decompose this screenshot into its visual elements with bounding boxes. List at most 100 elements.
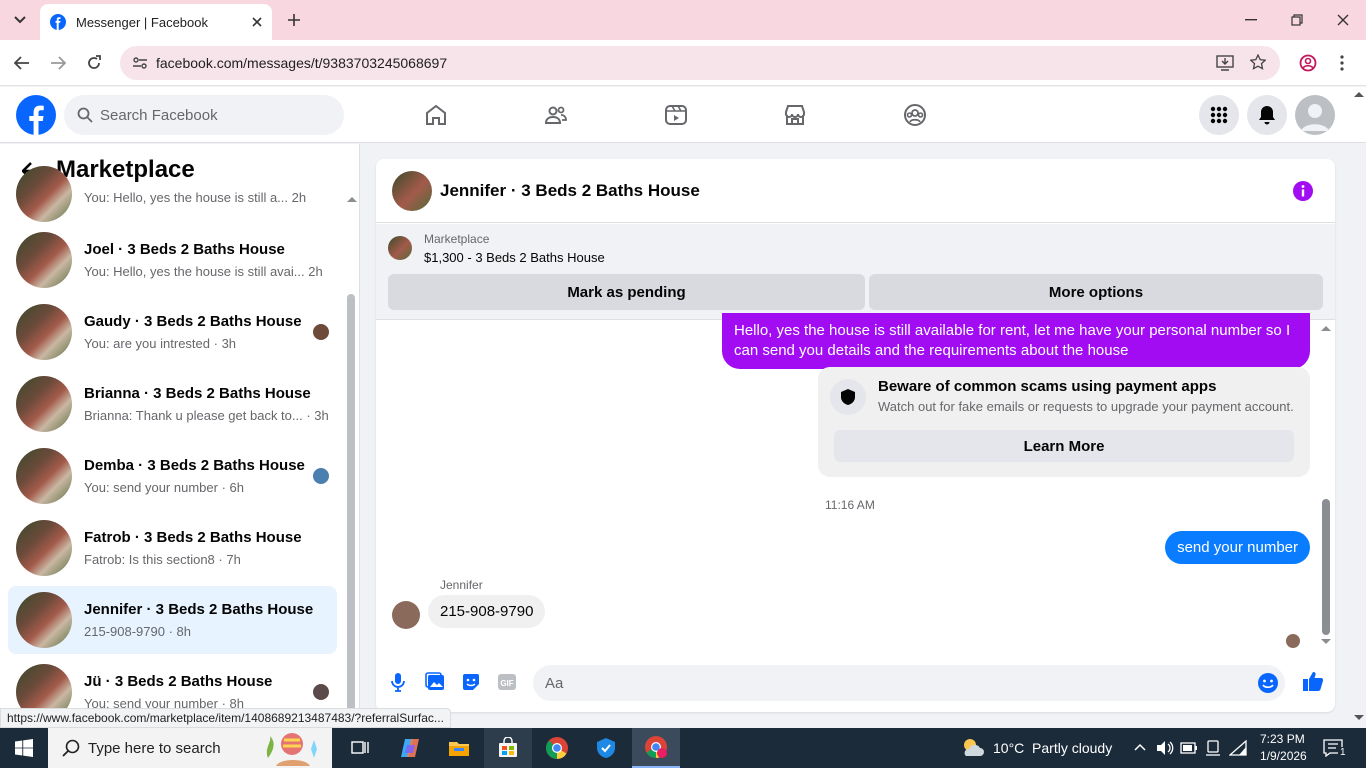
marketplace-icon[interactable]: [783, 103, 807, 127]
scroll-up-arrow-icon[interactable]: [347, 196, 357, 202]
thumbs-up-icon[interactable]: [1302, 670, 1324, 692]
conversation-item[interactable]: You: Hello, yes the house is still a... …: [8, 160, 337, 228]
chrome-icon[interactable]: [533, 728, 581, 768]
more-options-button[interactable]: More options: [869, 274, 1323, 310]
facebook-logo-icon[interactable]: [16, 95, 56, 135]
conversation-item[interactable]: Gaudy · 3 Beds 2 Baths House You: are you…: [8, 298, 337, 366]
minimize-icon[interactable]: [1236, 8, 1266, 32]
listing-source: Marketplace: [424, 232, 490, 246]
chat-panel: Jennifer · 3 Beds 2 Baths House Marketpl…: [376, 159, 1335, 712]
conversation-item-selected[interactable]: Jennifer · 3 Beds 2 Baths House 215-908-9…: [8, 586, 337, 654]
clock-time[interactable]: 7:23 PM: [1260, 732, 1305, 746]
weather-icon[interactable]: [960, 736, 986, 760]
sender-name: Jennifer: [440, 578, 483, 592]
new-tab-icon[interactable]: [282, 8, 306, 32]
outgoing-message[interactable]: send your number: [1165, 531, 1310, 564]
read-receipt-avatar: [313, 468, 329, 484]
task-view-icon[interactable]: [336, 728, 384, 768]
account-avatar[interactable]: [1295, 95, 1335, 135]
conversation-item[interactable]: Demba · 3 Beds 2 Baths House You: send yo…: [8, 442, 337, 510]
chat-scrollbar[interactable]: [1322, 499, 1330, 635]
bookmark-star-icon[interactable]: [1250, 54, 1266, 70]
clock-date[interactable]: 1/9/2026: [1260, 749, 1307, 763]
mark-as-pending-button[interactable]: Mark as pending: [388, 274, 865, 310]
windows-start-icon[interactable]: [0, 728, 48, 768]
link-status-url: https://www.facebook.com/marketplace/ite…: [0, 708, 451, 728]
read-receipt-avatar: [313, 324, 329, 340]
photo-attach-icon[interactable]: [425, 672, 445, 692]
wifi-icon[interactable]: [1229, 740, 1247, 756]
home-icon[interactable]: [424, 103, 448, 127]
copilot-icon[interactable]: [386, 728, 434, 768]
chat-avatar[interactable]: [392, 170, 432, 211]
sender-avatar[interactable]: [392, 601, 420, 629]
info-icon[interactable]: [1293, 181, 1313, 201]
address-bar[interactable]: facebook.com/messages/t/9383703245068697: [120, 46, 1280, 80]
video-icon[interactable]: [664, 103, 688, 127]
conversation-preview: You: are you intrested · 3h: [84, 336, 237, 351]
browser-menu-icon[interactable]: [1332, 51, 1352, 75]
install-app-icon[interactable]: [1216, 55, 1234, 71]
chrome-profile-icon[interactable]: [632, 728, 680, 768]
microsoft-store-icon[interactable]: [484, 728, 532, 768]
listing-thumbnail: [16, 592, 72, 648]
listing-thumbnail: [16, 304, 72, 360]
conversation-preview: You: Hello, yes the house is still a... …: [84, 189, 307, 205]
conversation-item[interactable]: Brianna · 3 Beds 2 Baths House Brianna: T…: [8, 370, 337, 438]
chat-scroll-down-icon[interactable]: [1321, 639, 1331, 645]
message-input[interactable]: Aa: [533, 665, 1285, 701]
weather-text[interactable]: 10°C Partly cloudy: [993, 740, 1112, 756]
forward-icon[interactable]: [46, 51, 70, 75]
page-scroll-up-icon[interactable]: [1354, 91, 1364, 97]
conversation-preview: You: Hello, yes the house is still avai.…: [84, 264, 323, 279]
conversation-item[interactable]: Fatrob · 3 Beds 2 Baths House Fatrob: Is …: [8, 514, 337, 582]
volume-icon[interactable]: [1156, 740, 1174, 756]
battery-icon[interactable]: [1180, 742, 1198, 754]
scam-warning-body: Watch out for fake emails or requests to…: [878, 399, 1294, 414]
tab-search-icon[interactable]: [8, 8, 32, 32]
friends-icon[interactable]: [544, 103, 568, 127]
message-timestamp: 11:16 AM: [825, 498, 875, 512]
outgoing-message[interactable]: Hello, yes the house is still available …: [722, 313, 1310, 369]
file-explorer-icon[interactable]: [435, 728, 483, 768]
sticker-icon[interactable]: [461, 672, 481, 692]
conversation-name: Fatrob · 3 Beds 2 Baths House: [84, 529, 302, 546]
conversation-name: Jü · 3 Beds 2 Baths House: [84, 673, 273, 690]
reload-icon[interactable]: [82, 51, 106, 75]
search-facebook-input[interactable]: Search Facebook: [64, 95, 344, 135]
profile-icon[interactable]: [1296, 51, 1320, 75]
chat-title[interactable]: Jennifer · 3 Beds 2 Baths House: [440, 181, 700, 201]
notifications-bell-icon[interactable]: [1247, 95, 1287, 135]
conversation-name: Demba · 3 Beds 2 Baths House: [84, 457, 305, 474]
incoming-message[interactable]: 215-908-9790: [428, 595, 546, 628]
groups-icon[interactable]: [903, 103, 927, 127]
listing-title[interactable]: $1,300 - 3 Beds 2 Baths House: [424, 250, 605, 265]
browser-tab[interactable]: Messenger | Facebook: [40, 4, 272, 40]
close-window-icon[interactable]: [1328, 8, 1358, 32]
search-highlight-icon: [256, 730, 326, 766]
close-tab-icon[interactable]: [252, 17, 262, 27]
security-shield-icon[interactable]: [582, 728, 630, 768]
message-input-placeholder: Aa: [545, 674, 564, 692]
site-info-icon[interactable]: [132, 55, 148, 71]
marketplace-listing-bar: Marketplace $1,300 - 3 Beds 2 Baths Hous…: [376, 224, 1335, 320]
microphone-icon[interactable]: [391, 672, 405, 692]
chat-scroll-up-icon[interactable]: [1321, 325, 1331, 331]
facebook-header: Search Facebook: [0, 87, 1366, 143]
menu-grid-icon[interactable]: [1199, 95, 1239, 135]
system-tray-chevron-icon[interactable]: [1134, 743, 1146, 751]
gif-icon[interactable]: GIF: [497, 672, 517, 692]
conversation-item[interactable]: Joel · 3 Beds 2 Baths House You: Hello, y…: [8, 226, 337, 294]
emoji-icon[interactable]: [1257, 672, 1279, 694]
device-icon[interactable]: [1205, 740, 1221, 756]
restore-icon[interactable]: [1282, 8, 1312, 32]
conversation-item[interactable]: Jü · 3 Beds 2 Baths House You: send your …: [8, 658, 337, 708]
learn-more-button[interactable]: Learn More: [834, 430, 1294, 462]
search-placeholder: Search Facebook: [100, 106, 218, 124]
listing-thumbnail[interactable]: [388, 236, 412, 260]
back-icon[interactable]: [10, 51, 34, 75]
conversation-list-scrollbar[interactable]: [347, 294, 355, 708]
taskbar-search-input[interactable]: Type here to search: [48, 728, 332, 768]
page-scroll-down-icon[interactable]: [1354, 715, 1364, 721]
browser-toolbar: facebook.com/messages/t/9383703245068697: [0, 40, 1366, 86]
